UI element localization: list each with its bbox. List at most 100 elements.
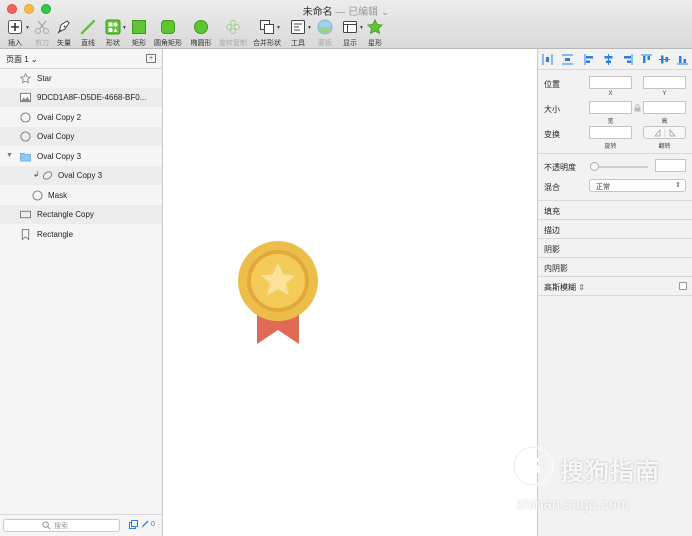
- shadow-title: 阴影: [544, 245, 560, 254]
- align-middle-icon[interactable]: [659, 54, 670, 65]
- shadow-section[interactable]: 阴影: [538, 239, 692, 258]
- y-caption: Y: [662, 91, 667, 97]
- blur-section[interactable]: 高斯模糊 ⇕: [538, 277, 692, 296]
- flip-caption: 翻转: [658, 144, 671, 150]
- align-left-icon[interactable]: [584, 54, 595, 65]
- border-title: 描边: [544, 226, 560, 235]
- x-caption: X: [608, 91, 613, 97]
- blend-mode-select[interactable]: 正常 ⇕: [589, 179, 686, 192]
- medal-artwork[interactable]: [237, 240, 319, 344]
- rectangle-icon: [132, 20, 146, 34]
- star-button[interactable]: 星形: [355, 17, 395, 49]
- image-icon: [20, 92, 31, 103]
- page-label: 页面 1: [6, 55, 29, 64]
- layer-group-row[interactable]: ▼ Oval Copy 3: [0, 147, 162, 166]
- transform-label: 变换: [544, 130, 560, 139]
- fill-title: 填充: [544, 207, 560, 216]
- chevron-updown-icon: ⇕: [675, 182, 681, 189]
- oval-outline-icon: [20, 112, 31, 123]
- window-title: 未命名 — 已编辑 ⌄: [0, 3, 692, 18]
- align-bottom-icon[interactable]: [677, 54, 688, 65]
- search-icon: [42, 521, 51, 530]
- blur-title[interactable]: 高斯模糊 ⇕: [544, 282, 585, 293]
- layer-name: Oval Copy 3: [58, 171, 103, 180]
- blend-mode-value: 正常: [596, 184, 610, 191]
- combine-shapes-icon: [260, 20, 274, 34]
- layer-name: Rectangle: [37, 230, 74, 239]
- layer-row[interactable]: Rectangle: [0, 225, 162, 244]
- align-top-icon[interactable]: [641, 54, 652, 65]
- flip-control[interactable]: [643, 126, 686, 139]
- align-right-icon[interactable]: [622, 54, 633, 65]
- width-field[interactable]: [589, 101, 632, 114]
- title-toolbar: 未命名 — 已编辑 ⌄ ▼ 插入 剪刀 矢量 直线 ▼ 形状 矩形 圆角矩形 椭…: [0, 0, 692, 49]
- rotate-field[interactable]: [589, 126, 632, 139]
- add-page-icon[interactable]: +: [146, 54, 156, 63]
- rectangle-outline-icon: [20, 210, 31, 219]
- page-selector[interactable]: 页面 1 ⌄ +: [0, 49, 162, 69]
- star-icon: [367, 19, 383, 35]
- search-input[interactable]: 搜索: [3, 519, 120, 532]
- oval-icon: [194, 20, 208, 34]
- brush-icon[interactable]: [140, 520, 149, 529]
- page-name[interactable]: 页面 1 ⌄: [6, 54, 38, 65]
- height-field[interactable]: [643, 101, 686, 114]
- filter-count: 0: [151, 521, 155, 528]
- sogou-logo-icon: S: [512, 445, 554, 487]
- lock-icon[interactable]: [634, 104, 641, 112]
- blend-label: 混合: [544, 183, 560, 192]
- inner-shadow-section[interactable]: 内阴影: [538, 258, 692, 277]
- chevron-down-icon: ⌄: [30, 55, 38, 64]
- search-placeholder: 搜索: [54, 523, 68, 530]
- distribute-vertical-icon[interactable]: [562, 54, 573, 65]
- layer-name: Oval Copy 3: [37, 152, 82, 161]
- layer-row[interactable]: Mask: [0, 186, 162, 205]
- distribute-horizontal-icon[interactable]: [542, 54, 553, 65]
- masked-oval-icon: [42, 171, 53, 180]
- layer-row[interactable]: ↲ Oval Copy 3: [0, 166, 162, 185]
- tools-icon: [291, 20, 305, 34]
- blur-checkbox[interactable]: [679, 282, 687, 290]
- layers-panel: 页面 1 ⌄ + Star 9DCD1A8F-D5DE-4668-BF0... …: [0, 49, 163, 536]
- layer-row[interactable]: Rectangle Copy: [0, 205, 162, 224]
- watermark-url: zhinan.sogo.com: [516, 496, 630, 513]
- oval-outline-icon: [32, 190, 43, 201]
- opacity-field[interactable]: [655, 159, 686, 172]
- blur-label: 高斯模糊: [544, 283, 576, 292]
- layer-name: Star: [37, 74, 52, 83]
- border-section[interactable]: 描边: [538, 220, 692, 239]
- watermark: S 搜狗指南 zhinan.sogo.com: [512, 440, 687, 520]
- opacity-slider[interactable]: [593, 166, 648, 168]
- fill-section[interactable]: 填充: [538, 201, 692, 220]
- toolbar: ▼ 插入 剪刀 矢量 直线 ▼ 形状 矩形 圆角矩形 椭圆形 旋转复制 ▼ 合并…: [0, 17, 692, 49]
- opacity-label: 不透明度: [544, 163, 576, 172]
- star-label: 星形: [368, 40, 382, 47]
- folder-icon: [20, 152, 31, 162]
- layer-name: Oval Copy 2: [37, 113, 82, 122]
- layer-row[interactable]: Oval Copy 2: [0, 108, 162, 127]
- x-field[interactable]: [589, 76, 632, 89]
- layer-name: Mask: [48, 191, 68, 200]
- opacity-slider-knob[interactable]: [590, 162, 599, 171]
- layer-filter-controls[interactable]: 0: [129, 520, 155, 529]
- disclosure-triangle-icon[interactable]: ▼: [6, 152, 13, 159]
- mask-arrow-icon: ↲: [33, 170, 40, 179]
- layer-name: 9DCD1A8F-D5DE-4668-BF0...: [37, 93, 147, 102]
- layer-row[interactable]: Star: [0, 69, 162, 88]
- copy-icon[interactable]: [129, 520, 138, 529]
- alignment-bar: [538, 49, 692, 70]
- layer-name: Rectangle Copy: [37, 210, 94, 219]
- chevron-updown-icon: ⇕: [578, 283, 585, 292]
- star-outline-icon: [20, 73, 31, 84]
- layer-row[interactable]: 9DCD1A8F-D5DE-4668-BF0...: [0, 88, 162, 107]
- size-label: 大小: [544, 105, 560, 114]
- oval-outline-icon: [20, 131, 31, 142]
- watermark-text: 搜狗指南: [560, 459, 660, 486]
- y-field[interactable]: [643, 76, 686, 89]
- align-center-icon[interactable]: [603, 54, 614, 65]
- canvas[interactable]: [164, 49, 537, 536]
- layer-name: Oval Copy: [37, 132, 75, 141]
- width-caption: 宽: [607, 119, 614, 125]
- layer-search-bar: 搜索 0: [0, 514, 162, 536]
- layer-row[interactable]: Oval Copy: [0, 127, 162, 146]
